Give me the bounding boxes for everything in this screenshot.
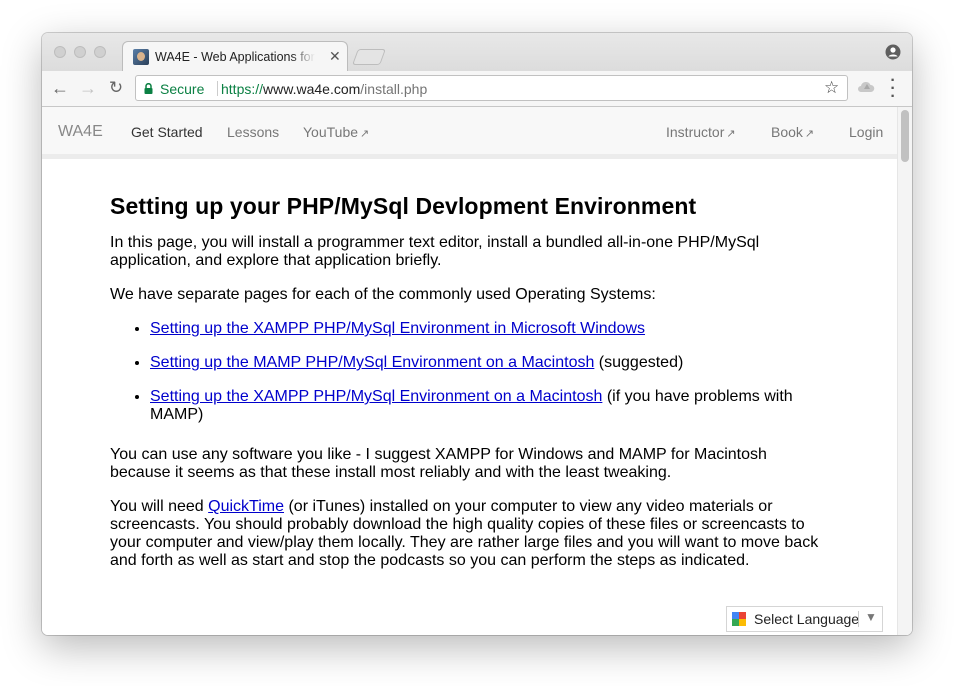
tab-strip: WA4E - Web Applications for Everybody ✕ (42, 33, 912, 71)
nav-book[interactable]: Book ↗ (771, 124, 814, 140)
address-bar[interactable]: Secure https://www.wa4e.com/install.php … (135, 75, 848, 101)
scrollbar-thumb[interactable] (901, 110, 909, 162)
url-text[interactable]: https://www.wa4e.com/install.php (221, 81, 427, 97)
list-item: Setting up the XAMPP PHP/MySql Environme… (150, 388, 830, 424)
three-dots-icon[interactable]: · · · (889, 73, 897, 105)
mac-xampp-link[interactable]: Setting up the XAMPP PHP/MySql Environme… (150, 388, 602, 405)
browser-window: WA4E - Web Applications for Everybody ✕ … (42, 33, 912, 635)
quicktime-paragraph: You will need QuickTime (or iTunes) inst… (110, 498, 830, 570)
google-translate-icon (732, 612, 746, 626)
nav-login[interactable]: Login (849, 124, 883, 140)
back-arrow-icon[interactable]: ← (50, 78, 70, 98)
browser-tab-active[interactable]: WA4E - Web Applications for Everybody ✕ (122, 41, 348, 71)
link-suffix: (suggested) (594, 354, 684, 371)
url-host: www.wa4e.com (263, 81, 361, 97)
address-separator (217, 81, 218, 96)
new-tab-button[interactable] (352, 49, 386, 65)
vertical-scrollbar[interactable] (897, 107, 912, 635)
nav-instructor[interactable]: Instructor ↗ (666, 124, 736, 140)
profile-icon[interactable] (885, 44, 901, 60)
nav-lessons[interactable]: Lessons (227, 124, 279, 140)
forward-arrow-icon[interactable]: → (78, 78, 98, 98)
quicktime-pre: You will need (110, 498, 209, 515)
page-viewport: WA4E Get Started Lessons YouTube ↗ Instru… (42, 107, 912, 635)
intro-paragraph: In this page, you will install a program… (110, 234, 760, 269)
extension-cloud-icon[interactable] (857, 80, 875, 94)
minimize-window-button[interactable] (74, 46, 86, 58)
star-icon[interactable]: ☆ (824, 78, 839, 98)
external-link-icon: ↗ (726, 128, 736, 140)
site-favicon-icon (133, 49, 149, 65)
select-language-label: Select Language (754, 611, 860, 627)
url-scheme: https:// (221, 81, 264, 97)
tab-close-icon[interactable]: ✕ (329, 48, 341, 65)
zoom-window-button[interactable] (94, 46, 106, 58)
lock-icon (144, 83, 153, 94)
brand-link[interactable]: WA4E (58, 123, 103, 141)
mac-mamp-link[interactable]: Setting up the MAMP PHP/MySql Environmen… (150, 354, 594, 371)
quicktime-link[interactable]: QuickTime (208, 498, 284, 515)
nav-youtube-label: YouTube (303, 124, 359, 140)
url-path: /install.php (360, 81, 428, 97)
nav-youtube[interactable]: YouTube ↗ (303, 124, 369, 140)
external-link-icon: ↗ (360, 128, 370, 140)
site-navbar: WA4E Get Started Lessons YouTube ↗ Instru… (42, 107, 897, 159)
windows-xampp-link[interactable]: Setting up the XAMPP PHP/MySql Environme… (150, 320, 645, 337)
nav-get-started[interactable]: Get Started (131, 124, 203, 140)
reload-icon[interactable]: ↻ (106, 78, 126, 98)
page-title: Setting up your PHP/MySql Devlopment Env… (110, 193, 697, 219)
os-link-list: Setting up the XAMPP PHP/MySql Environme… (110, 320, 830, 424)
list-item: Setting up the MAMP PHP/MySql Environmen… (150, 354, 830, 372)
nav-book-label: Book (771, 124, 803, 140)
secure-label: Secure (160, 81, 205, 97)
dropdown-separator (858, 611, 859, 627)
browser-toolbar: ← → ↻ Secure https://www.wa4e.com/instal… (42, 71, 912, 107)
chevron-down-icon: ▼ (865, 610, 877, 624)
software-paragraph: You can use any software you like - I su… (110, 446, 767, 481)
external-link-icon: ↗ (804, 128, 815, 140)
nav-instructor-label: Instructor (666, 124, 725, 140)
list-item: Setting up the XAMPP PHP/MySql Environme… (150, 320, 830, 338)
select-language-dropdown[interactable]: Select Language ▼ (726, 606, 883, 632)
main-content: Setting up your PHP/MySql Devlopment Env… (110, 193, 830, 586)
close-window-button[interactable] (54, 46, 66, 58)
os-intro-paragraph: We have separate pages for each of the c… (110, 286, 656, 303)
tab-title: WA4E - Web Applications for Everybody (155, 50, 315, 64)
